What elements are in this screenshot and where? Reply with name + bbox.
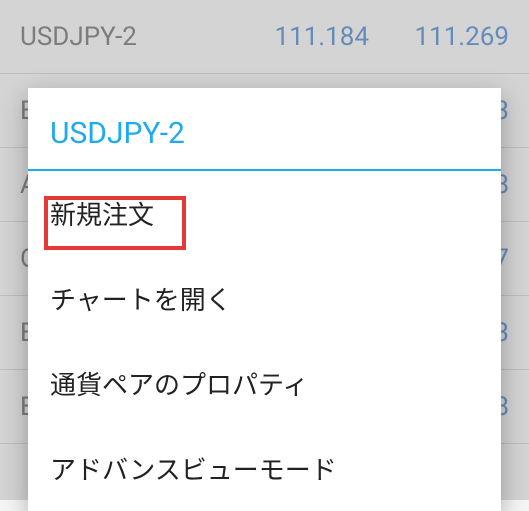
menu-item-properties[interactable]: 通貨ペアのプロパティ — [28, 341, 501, 426]
context-menu: USDJPY-2 新規注文 チャートを開く 通貨ペアのプロパティ アドバンスビュ… — [28, 88, 501, 511]
dialog-title: USDJPY-2 — [28, 88, 501, 171]
ask-price: 111.269 — [369, 22, 509, 52]
table-row[interactable]: USDJPY-2 111.184 111.269 — [0, 0, 529, 74]
menu-item-advanced-view[interactable]: アドバンスビューモード — [28, 426, 501, 511]
menu-item-open-chart[interactable]: チャートを開く — [28, 256, 501, 341]
symbol-label: USDJPY-2 — [20, 22, 229, 52]
bid-price: 111.184 — [229, 22, 369, 52]
menu-item-new-order[interactable]: 新規注文 — [28, 171, 501, 256]
